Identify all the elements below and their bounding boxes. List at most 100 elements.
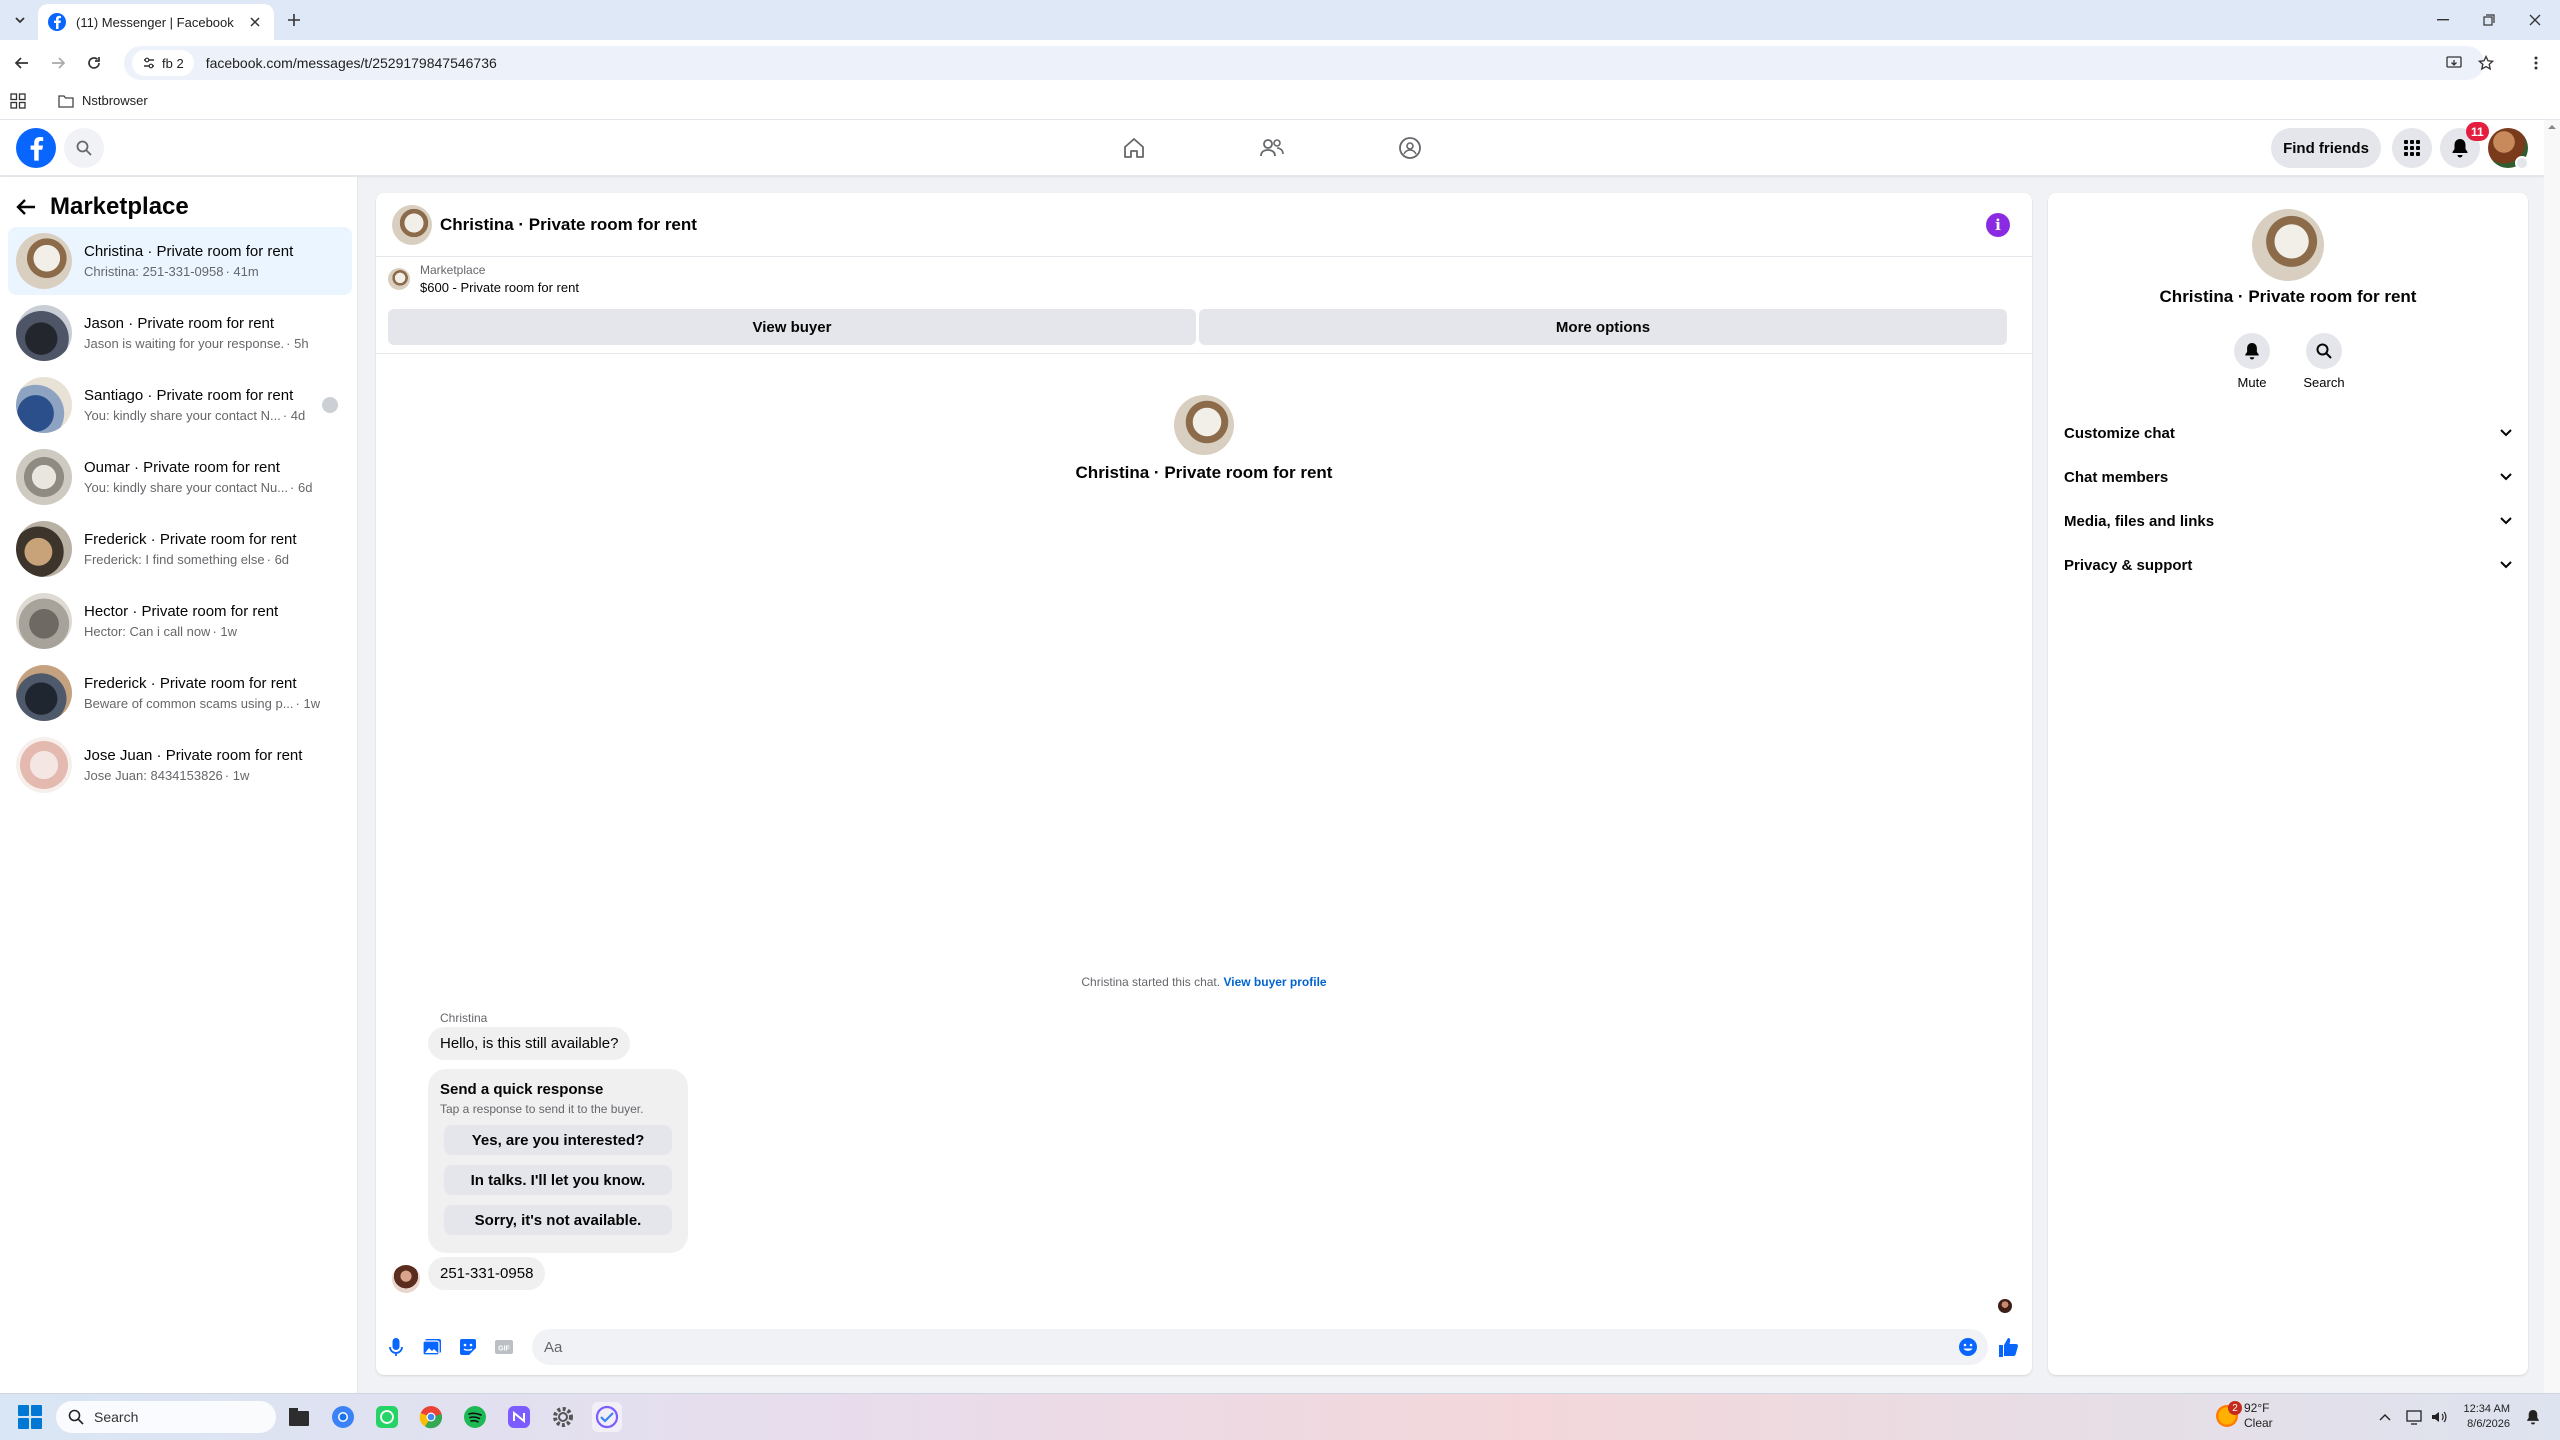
emoji-icon[interactable] (1956, 1335, 1980, 1359)
sender-name: Christina (440, 1011, 488, 1025)
close-window-icon[interactable] (2512, 0, 2558, 40)
sticker-icon[interactable] (456, 1335, 480, 1359)
reload-icon[interactable] (82, 51, 106, 75)
search-in-conversation-button[interactable]: Search (2288, 333, 2360, 390)
conversation-name: Christina · Private room for rent (84, 243, 294, 260)
spotify-icon[interactable] (460, 1402, 490, 1432)
quick-reply-button[interactable]: Yes, are you interested? (444, 1125, 672, 1155)
profile-chip-label: fb 2 (162, 55, 184, 71)
bookmark-folder-nstbrowser[interactable]: Nstbrowser (58, 93, 148, 108)
settings-gear-icon[interactable] (548, 1402, 578, 1432)
conversation-item[interactable]: Jose Juan · Private room for rent Jose J… (8, 731, 352, 799)
more-options-button[interactable]: More options (1199, 309, 2007, 345)
facebook-search-icon[interactable] (64, 128, 104, 168)
thumbs-up-icon[interactable] (1996, 1335, 2020, 1359)
bookmarks-bar: Nstbrowser (0, 86, 2560, 120)
minimize-window-icon[interactable] (2420, 0, 2466, 40)
conversation-info-icon[interactable]: i (1986, 213, 2010, 237)
notification-bell-icon[interactable] (2522, 1406, 2544, 1428)
home-icon[interactable] (1106, 128, 1162, 168)
browser-menu-kebab-icon[interactable] (2524, 51, 2548, 75)
conversation-time: · 4d (282, 408, 306, 423)
conversation-item[interactable]: Frederick · Private room for rent Beware… (8, 659, 352, 727)
section-media-files-links[interactable]: Media, files and links (2056, 499, 2520, 543)
back-arrow-icon[interactable] (16, 198, 36, 216)
conversation-item[interactable]: Hector · Private room for rent Hector: C… (8, 587, 352, 655)
conversation-time: · 1w (212, 624, 238, 639)
browser-active-app-icon[interactable] (592, 1402, 622, 1432)
address-bar[interactable]: fb 2 facebook.com/messages/t/25291798475… (124, 46, 2484, 80)
scroll-up-arrow-icon[interactable] (2544, 121, 2560, 133)
chat-title[interactable]: Christina · Private room for rent (440, 215, 697, 235)
new-tab-plus-icon[interactable] (282, 8, 306, 32)
intro-title: Christina · Private room for rent (1075, 463, 1333, 482)
menu-grid-icon[interactable] (2392, 128, 2432, 168)
seen-receipt-avatar (1998, 1299, 2012, 1313)
page-scrollbar[interactable] (2544, 120, 2560, 1393)
bookmark-star-icon[interactable] (2474, 51, 2498, 75)
conversation-name: Frederick · Private room for rent (84, 675, 297, 692)
conversation-item[interactable]: Jason · Private room for rent Jason is w… (8, 299, 352, 367)
tab-search-chevron-icon[interactable] (8, 8, 32, 32)
nstbrowser-app-icon[interactable] (504, 1402, 534, 1432)
quick-reply-button[interactable]: In talks. I'll let you know. (444, 1165, 672, 1195)
conversation-avatar (16, 233, 72, 289)
section-label: Customize chat (2064, 424, 2175, 442)
chrome-icon[interactable] (416, 1402, 446, 1432)
find-friends-button[interactable]: Find friends (2271, 128, 2381, 168)
apps-grid-icon[interactable] (10, 93, 30, 113)
quick-response-card: Send a quick response Tap a response to … (428, 1069, 688, 1253)
friends-icon[interactable] (1244, 128, 1300, 168)
conversation-preview: Jose Juan: 8434153826 (84, 768, 223, 783)
network-icon[interactable] (2404, 1406, 2426, 1428)
taskbar-search-box[interactable]: Search (56, 1401, 276, 1433)
browser-tab-messenger[interactable]: (11) Messenger | Facebook (38, 4, 274, 40)
marketplace-listing[interactable]: Marketplace $600 - Private room for rent (388, 263, 579, 295)
site-info-chip[interactable]: fb 2 (132, 50, 194, 76)
search-label: Search (2303, 375, 2345, 390)
chrome-profile-icon[interactable] (328, 1402, 358, 1432)
weather-widget[interactable]: 2 92°F Clear (2216, 1401, 2273, 1431)
tab-title: (11) Messenger | Facebook (76, 14, 234, 30)
windows-start-icon[interactable] (18, 1405, 42, 1429)
account-chevron-down-icon[interactable] (2515, 156, 2529, 170)
conversation-item[interactable]: Santiago · Private room for rent You: ki… (8, 371, 352, 439)
message-input-container (532, 1329, 1988, 1365)
conversation-time: · 41m (225, 264, 259, 279)
microphone-icon[interactable] (384, 1335, 408, 1359)
quick-response-title: Send a quick response (440, 1081, 604, 1098)
folder-icon (58, 94, 74, 108)
section-chat-members[interactable]: Chat members (2056, 455, 2520, 499)
photo-icon[interactable] (420, 1335, 444, 1359)
system-clock[interactable]: 12:34 AM 8/6/2026 (2450, 1402, 2510, 1432)
view-buyer-profile-link[interactable]: View buyer profile (1223, 975, 1326, 989)
conversation-item[interactable]: Frederick · Private room for rent Freder… (8, 515, 352, 583)
quick-reply-button[interactable]: Sorry, it's not available. (444, 1205, 672, 1235)
forward-arrow-icon[interactable] (46, 51, 70, 75)
gif-icon[interactable]: GIF (492, 1335, 516, 1359)
conversation-item[interactable]: Oumar · Private room for rent You: kindl… (8, 443, 352, 511)
show-hidden-icons-chevron-icon[interactable] (2374, 1406, 2396, 1428)
conversation-item[interactable]: Christina · Private room for rent Christ… (8, 227, 352, 295)
volume-icon[interactable] (2428, 1406, 2450, 1428)
message-input[interactable] (544, 1338, 1924, 1356)
chevron-down-icon (2500, 429, 2512, 437)
section-customize-chat[interactable]: Customize chat (2056, 411, 2520, 455)
listing-source: Marketplace (420, 263, 486, 277)
conversation-name: Jason · Private room for rent (84, 315, 275, 332)
file-explorer-icon[interactable] (284, 1402, 314, 1432)
section-privacy-support[interactable]: Privacy & support (2056, 543, 2520, 587)
whatsapp-icon[interactable] (372, 1402, 402, 1432)
install-app-icon[interactable] (2442, 51, 2466, 75)
close-tab-icon[interactable] (246, 13, 264, 31)
groups-icon[interactable] (1382, 128, 1438, 168)
restore-window-icon[interactable] (2466, 0, 2512, 40)
facebook-logo-icon[interactable] (16, 128, 56, 168)
url-text[interactable]: facebook.com/messages/t/2529179847546736 (206, 55, 497, 71)
chat-avatar[interactable] (392, 204, 432, 245)
incoming-message[interactable]: Hello, is this still available? (428, 1027, 631, 1060)
mute-button[interactable]: Mute (2216, 333, 2288, 390)
back-arrow-icon[interactable] (10, 51, 34, 75)
view-buyer-button[interactable]: View buyer (388, 309, 1196, 345)
incoming-message[interactable]: 251-331-0958 (428, 1257, 546, 1290)
